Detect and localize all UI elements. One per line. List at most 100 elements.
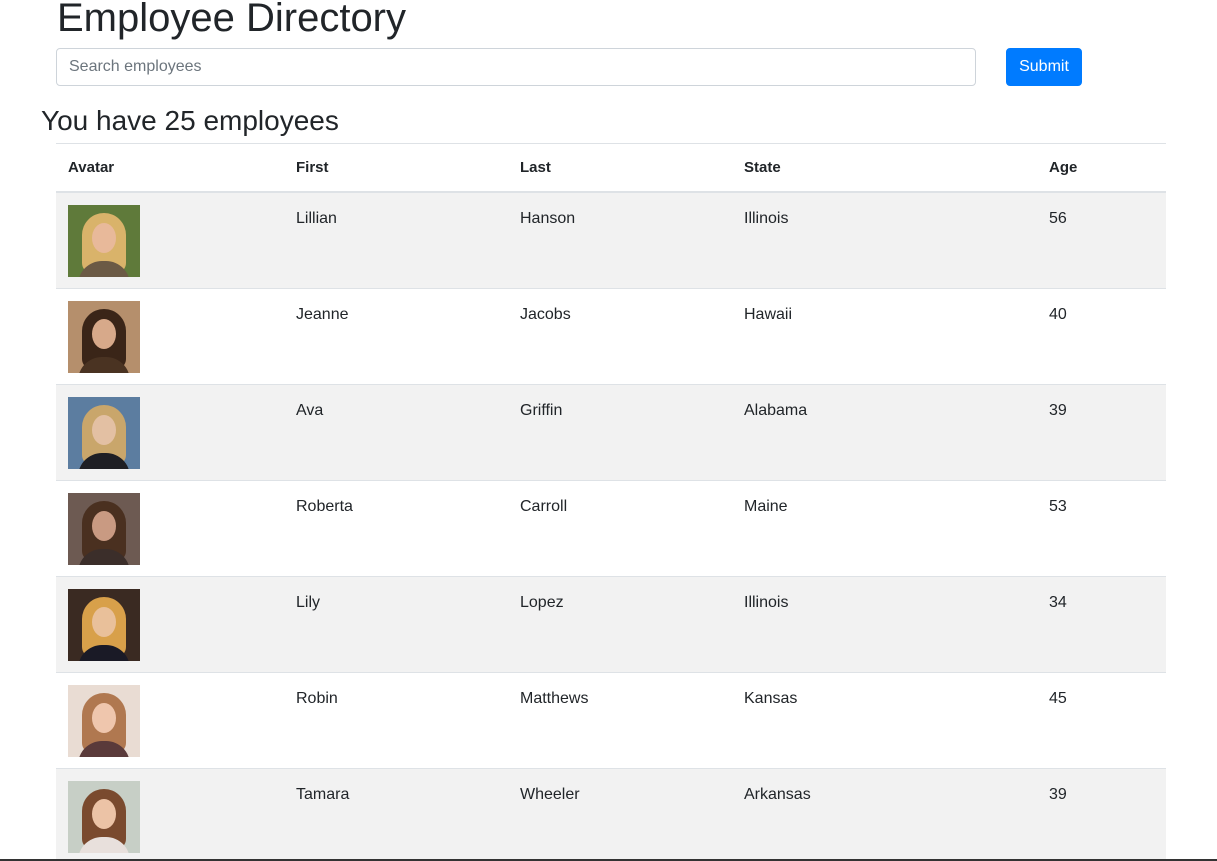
first-name-cell-text: Tamara bbox=[296, 785, 350, 803]
age-cell: 45 bbox=[1037, 671, 1166, 768]
state-cell-text: Hawaii bbox=[744, 305, 793, 323]
table-row: Lillian Hanson Illinois 56 bbox=[56, 191, 1166, 288]
table-row: Tamara Wheeler Arkansas 39 bbox=[56, 767, 1166, 861]
page: Employee Directory Submit You have 25 em… bbox=[0, 0, 1217, 861]
column-header-last[interactable]: Last bbox=[508, 143, 732, 193]
avatar-cell bbox=[56, 671, 284, 768]
last-name-cell: Griffin bbox=[508, 383, 732, 480]
employee-table: Avatar First Last State Age Lillian Hanso… bbox=[56, 143, 1166, 861]
first-name-cell: Robin bbox=[284, 671, 508, 768]
age-cell-text: 40 bbox=[1049, 305, 1067, 323]
age-cell: 39 bbox=[1037, 383, 1166, 480]
first-name-cell-text: Lillian bbox=[296, 210, 337, 227]
table-header: Avatar First Last State Age bbox=[56, 143, 1166, 193]
age-cell-text: 45 bbox=[1049, 689, 1067, 707]
avatar-face bbox=[92, 606, 116, 637]
avatar-face bbox=[92, 702, 116, 733]
first-name-cell-text: Ava bbox=[296, 401, 324, 419]
avatar bbox=[68, 684, 140, 757]
age-cell: 34 bbox=[1037, 575, 1166, 672]
avatar-face bbox=[92, 223, 116, 253]
last-name-cell-text: Hanson bbox=[520, 210, 576, 227]
search-input[interactable] bbox=[56, 48, 976, 86]
avatar-cell bbox=[56, 287, 284, 384]
avatar-cell bbox=[56, 191, 284, 288]
first-name-cell: Roberta bbox=[284, 479, 508, 576]
age-cell: 39 bbox=[1037, 767, 1166, 861]
avatar-cell bbox=[56, 767, 284, 861]
state-cell-text: Illinois bbox=[744, 593, 789, 611]
first-name-cell-text: Robin bbox=[296, 689, 338, 707]
avatar-face bbox=[92, 318, 116, 349]
avatar bbox=[68, 492, 140, 565]
state-cell: Alabama bbox=[732, 383, 1037, 480]
age-cell: 40 bbox=[1037, 287, 1166, 384]
last-name-cell-text: Jacobs bbox=[520, 305, 571, 323]
last-name-cell: Matthews bbox=[508, 671, 732, 768]
page-title: Employee Directory bbox=[57, 0, 407, 40]
table-row: Robin Matthews Kansas 45 bbox=[56, 671, 1166, 768]
age-cell-text: 34 bbox=[1049, 593, 1067, 611]
age-cell-text: 56 bbox=[1049, 210, 1067, 227]
last-name-cell-text: Griffin bbox=[520, 401, 563, 419]
state-cell: Illinois bbox=[732, 575, 1037, 672]
state-cell: Maine bbox=[732, 479, 1037, 576]
first-name-cell-text: Jeanne bbox=[296, 305, 349, 323]
column-header-age[interactable]: Age bbox=[1037, 143, 1166, 193]
last-name-cell-text: Wheeler bbox=[520, 785, 580, 803]
first-name-cell: Jeanne bbox=[284, 287, 508, 384]
avatar bbox=[68, 588, 140, 661]
employee-table-container: Avatar First Last State Age Lillian Hanso… bbox=[56, 143, 1166, 861]
age-cell: 53 bbox=[1037, 479, 1166, 576]
state-cell: Arkansas bbox=[732, 767, 1037, 861]
last-name-cell-text: Matthews bbox=[520, 689, 589, 707]
last-name-cell: Wheeler bbox=[508, 767, 732, 861]
state-cell-text: Illinois bbox=[744, 210, 789, 227]
column-header-avatar[interactable]: Avatar bbox=[56, 143, 284, 193]
age-cell-text: 53 bbox=[1049, 497, 1067, 515]
last-name-cell: Lopez bbox=[508, 575, 732, 672]
search-form: Submit bbox=[56, 48, 1086, 86]
table-header-row: Avatar First Last State Age bbox=[56, 143, 1166, 193]
avatar bbox=[68, 300, 140, 373]
first-name-cell: Lily bbox=[284, 575, 508, 672]
avatar-face bbox=[92, 414, 116, 445]
avatar-cell bbox=[56, 479, 284, 576]
avatar-face bbox=[92, 510, 116, 541]
age-cell-text: 39 bbox=[1049, 401, 1067, 419]
state-cell-text: Kansas bbox=[744, 689, 798, 707]
age-cell: 56 bbox=[1037, 191, 1166, 288]
state-cell-text: Alabama bbox=[744, 401, 808, 419]
table-row: Roberta Carroll Maine 53 bbox=[56, 479, 1166, 576]
state-cell: Illinois bbox=[732, 191, 1037, 288]
last-name-cell: Jacobs bbox=[508, 287, 732, 384]
table-row: Lily Lopez Illinois 34 bbox=[56, 575, 1166, 672]
table-body: Lillian Hanson Illinois 56 Jeanne Jacobs Hawai… bbox=[56, 191, 1166, 861]
last-name-cell: Hanson bbox=[508, 191, 732, 288]
state-cell-text: Arkansas bbox=[744, 785, 811, 803]
column-header-first[interactable]: First bbox=[284, 143, 508, 193]
state-cell: Hawaii bbox=[732, 287, 1037, 384]
first-name-cell-text: Roberta bbox=[296, 497, 353, 515]
age-cell-text: 39 bbox=[1049, 785, 1067, 803]
first-name-cell-text: Lily bbox=[296, 593, 321, 611]
avatar bbox=[68, 780, 140, 853]
table-row: Jeanne Jacobs Hawaii 40 bbox=[56, 287, 1166, 384]
last-name-cell-text: Carroll bbox=[520, 497, 568, 515]
submit-button[interactable]: Submit bbox=[1006, 48, 1082, 86]
avatar-cell bbox=[56, 575, 284, 672]
avatar-cell bbox=[56, 383, 284, 480]
avatar bbox=[68, 205, 140, 277]
state-cell-text: Maine bbox=[744, 497, 788, 515]
avatar bbox=[68, 396, 140, 469]
first-name-cell: Tamara bbox=[284, 767, 508, 861]
avatar-face bbox=[92, 798, 116, 829]
first-name-cell: Lillian bbox=[284, 191, 508, 288]
column-header-state[interactable]: State bbox=[732, 143, 1037, 193]
table-row: Ava Griffin Alabama 39 bbox=[56, 383, 1166, 480]
state-cell: Kansas bbox=[732, 671, 1037, 768]
employee-count-heading: You have 25 employees bbox=[41, 105, 339, 136]
first-name-cell: Ava bbox=[284, 383, 508, 480]
last-name-cell-text: Lopez bbox=[520, 593, 564, 611]
last-name-cell: Carroll bbox=[508, 479, 732, 576]
